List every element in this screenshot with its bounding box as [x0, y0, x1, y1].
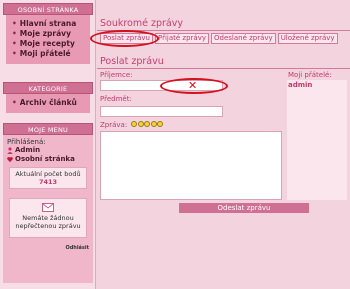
- smiley-icon[interactable]: [157, 121, 164, 127]
- annotation-oval-tab: [90, 30, 159, 47]
- smiley-picker[interactable]: [131, 121, 164, 129]
- friends-list: admin: [287, 80, 347, 200]
- personal-page-box: OSOBNÍ STRÁNKA • Hlavní strana • Moje zprá…: [3, 3, 93, 64]
- logged-in-label: Přihlášená:: [7, 138, 46, 146]
- my-menu-header: MOJE MENU: [3, 123, 93, 135]
- logout-link[interactable]: Odhlásit: [7, 245, 89, 251]
- no-messages-line2: nepřečtenou zprávu: [15, 222, 81, 230]
- personal-page-link[interactable]: Osobní stránka: [7, 155, 89, 164]
- personal-page-label: Osobní stránka: [15, 155, 75, 163]
- form-title: Poslat zprávu: [100, 56, 164, 67]
- message-textarea[interactable]: [100, 131, 282, 200]
- friends-label: Moji přátelé:: [288, 71, 332, 79]
- sidebar-item-label: Moji přátelé: [19, 49, 71, 58]
- sidebar-item-my-recipes[interactable]: • Moje recepty: [12, 39, 84, 49]
- sidebar-item-my-messages[interactable]: • Moje zprávy: [12, 29, 84, 39]
- page-title: Soukromé zprávy: [100, 18, 183, 29]
- points-value: 7413: [38, 178, 58, 186]
- sidebar-item-my-friends[interactable]: • Moji přátelé: [12, 49, 84, 59]
- main-content: Soukromé zprávy Poslat zprávu Přijaté zp…: [90, 0, 350, 289]
- sidebar-item-article-archive[interactable]: • Archiv článků: [12, 98, 84, 108]
- subject-input[interactable]: [100, 106, 223, 117]
- smiley-icon[interactable]: [137, 121, 144, 127]
- message-label: Zpráva:: [100, 121, 128, 129]
- sidebar-item-label: Archiv článků: [19, 98, 77, 107]
- recipient-label: Příjemce:: [100, 71, 133, 79]
- bullet-icon: •: [12, 29, 17, 38]
- bullet-icon: •: [12, 49, 17, 58]
- subject-label: Předmět:: [100, 95, 132, 103]
- user-icon: [7, 147, 13, 154]
- my-menu-body: Přihlášená: Admin Osobní stránka Aktuáln…: [3, 135, 93, 283]
- tab-saved-messages[interactable]: Uložené zprávy: [277, 33, 338, 44]
- smiley-icon[interactable]: [144, 121, 151, 127]
- tab-sent-messages[interactable]: Odeslané zprávy: [211, 33, 276, 44]
- close-x-icon[interactable]: ✕: [188, 80, 197, 91]
- sidebar-item-main-page[interactable]: • Hlavní strana: [12, 19, 84, 29]
- unread-messages-box[interactable]: Nemáte žádnou nepřečtenou zprávu: [9, 198, 87, 238]
- personal-page-header: OSOBNÍ STRÁNKA: [3, 3, 93, 15]
- smiley-icon[interactable]: [150, 121, 157, 127]
- user-name: Admin: [15, 146, 41, 154]
- envelope-icon: [42, 203, 54, 212]
- friend-item[interactable]: admin: [287, 80, 347, 90]
- sidebar-item-label: Moje zprávy: [19, 29, 71, 38]
- smiley-icon[interactable]: [131, 121, 138, 127]
- send-message-button[interactable]: Odeslat zprávu: [179, 203, 309, 213]
- points-label: Aktuální počet bodů: [15, 170, 81, 178]
- sidebar-item-label: Hlavní strana: [19, 19, 77, 28]
- sidebar-item-label: Moje recepty: [19, 39, 75, 48]
- category-header: KATEGORIE: [3, 82, 93, 94]
- heart-icon: [7, 157, 13, 163]
- personal-nav: • Hlavní strana • Moje zprávy • Moje recept…: [6, 15, 90, 64]
- category-nav: • Archiv článků: [6, 94, 90, 113]
- points-box: Aktuální počet bodů 7413: [9, 167, 87, 189]
- tab-received-messages[interactable]: Přijaté zprávy: [154, 33, 209, 44]
- no-messages-line1: Nemáte žádnou: [22, 214, 74, 222]
- bullet-icon: •: [12, 19, 17, 28]
- bullet-icon: •: [12, 98, 17, 107]
- sidebar: OSOBNÍ STRÁNKA • Hlavní strana • Moje zprá…: [0, 0, 96, 289]
- message-label-row: Zpráva:: [100, 121, 164, 129]
- my-menu-box: MOJE MENU Přihlášená: Admin Osobní strán…: [3, 123, 93, 283]
- category-box: KATEGORIE • Archiv článků: [3, 82, 93, 113]
- form-divider: [97, 68, 350, 69]
- bullet-icon: •: [12, 39, 17, 48]
- user-admin-link[interactable]: Admin: [7, 146, 89, 155]
